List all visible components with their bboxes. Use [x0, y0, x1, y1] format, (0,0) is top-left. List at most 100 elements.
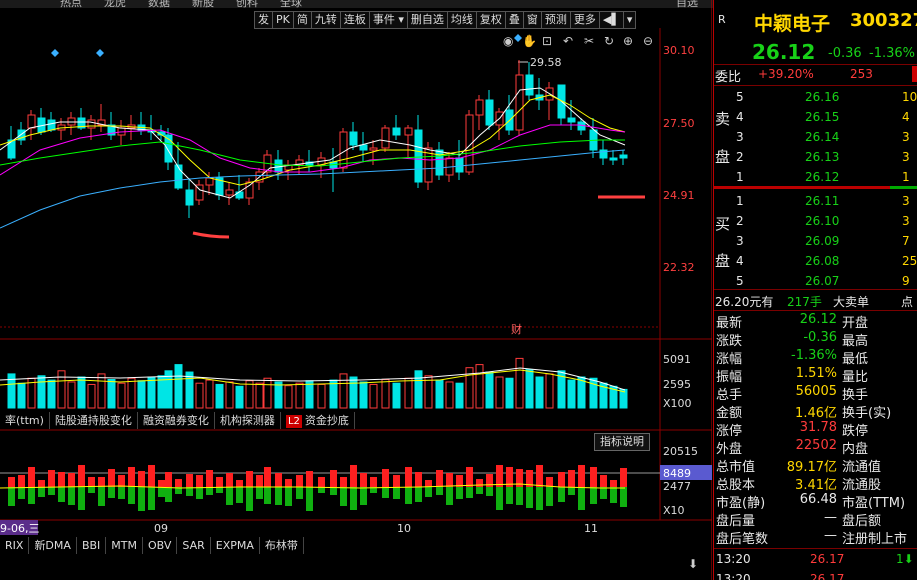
- indicator-tab[interactable]: SAR: [177, 537, 211, 554]
- stat-value: 1.46亿: [795, 406, 837, 421]
- volume-bar: [589, 377, 598, 409]
- stat-label: 外盘: [716, 442, 743, 457]
- tab-pe-ttm[interactable]: 率(ttm): [0, 412, 50, 429]
- volume-unit-label: X100: [663, 397, 692, 410]
- volume-label: 5091: [663, 353, 691, 366]
- candle-body: [515, 74, 524, 131]
- lock-icon[interactable]: ⊡: [542, 34, 552, 48]
- indicator-bar-down: [128, 487, 135, 504]
- volume-bar: [414, 370, 423, 409]
- toolbar-button[interactable]: ◀▌: [599, 11, 624, 29]
- undo-icon[interactable]: ↶: [563, 34, 573, 48]
- book-volume: 3: [902, 194, 910, 208]
- toolbar-button[interactable]: 均线: [447, 11, 477, 29]
- volume-bar: [515, 357, 524, 409]
- stat-label: 流通值: [842, 460, 882, 475]
- toolbar-button[interactable]: 叠: [505, 11, 524, 29]
- hand-icon[interactable]: ✋: [522, 34, 537, 48]
- indicator-help-button[interactable]: 指标说明: [594, 433, 650, 451]
- indicator-bar-up: [425, 480, 432, 487]
- indicator-bar-up: [578, 465, 585, 487]
- indicator-tab[interactable]: 新DMA: [29, 537, 77, 554]
- candle-body: [381, 127, 390, 149]
- indicator-bar-down: [382, 487, 389, 498]
- indicator-bar-down: [275, 487, 282, 505]
- tab-hk-connect[interactable]: 陆股通持股变化: [50, 412, 138, 429]
- book-price: 26.16: [805, 90, 840, 104]
- volume-bar: [445, 381, 454, 409]
- download-icon[interactable]: ⬇: [686, 557, 700, 571]
- fundamental-tabs: 率(ttm) 陆股通持股变化 融资融券变化 机构探测器 L2 资金抄底: [0, 412, 355, 429]
- toolbar-button[interactable]: 连板: [340, 11, 370, 29]
- indicator-tab[interactable]: RIX: [0, 537, 30, 554]
- toolbar-button[interactable]: 窗: [523, 11, 542, 29]
- indicator-bar-down: [68, 487, 75, 505]
- toolbar-button[interactable]: 复权: [476, 11, 506, 29]
- zoom-in-icon[interactable]: ⊕: [623, 34, 633, 48]
- book-level: 5: [736, 274, 744, 288]
- indicator-bar-up: [536, 465, 543, 487]
- candle-body: [369, 147, 378, 151]
- indicator-bar-up: [158, 480, 165, 487]
- tab-institution[interactable]: 机构探测器: [215, 412, 281, 429]
- indicator-tab[interactable]: EXPMA: [211, 537, 260, 554]
- indicator-bar-down: [88, 487, 95, 493]
- eye-icon[interactable]: ◉: [503, 34, 513, 48]
- volume-bar: [17, 382, 26, 409]
- book-level: 1: [736, 194, 744, 208]
- indicator-bar-up: [186, 474, 193, 487]
- indicator-tabs: RIX 新DMA BBI MTM OBV SAR EXPMA 布林带: [0, 537, 304, 554]
- weibi-label: 委比: [715, 70, 742, 85]
- cut-icon[interactable]: ✂: [584, 34, 594, 48]
- indicator-tab[interactable]: OBV: [143, 537, 178, 554]
- stat-value: 3.41亿: [795, 478, 837, 493]
- volume-bar: [392, 382, 401, 409]
- indicator-bar-down: [620, 487, 627, 507]
- toolbar-button[interactable]: 删自选: [407, 11, 448, 29]
- toolbar-button[interactable]: 九转: [311, 11, 341, 29]
- indicator-tab[interactable]: BBI: [77, 537, 107, 554]
- book-price: 26.10: [805, 214, 840, 228]
- toolbar-button[interactable]: 预测: [541, 11, 571, 29]
- stat-value: —: [824, 510, 837, 525]
- book-level: 4: [736, 110, 744, 124]
- book-price: 26.08: [805, 254, 840, 268]
- book-volume: 7: [902, 234, 910, 248]
- book-level: 1: [736, 170, 744, 184]
- toolbar-button[interactable]: 发: [254, 11, 273, 29]
- candle-body: [525, 74, 534, 96]
- indicator-bar-up: [206, 470, 213, 487]
- indicator-tab[interactable]: 布林带: [260, 537, 304, 554]
- toolbar-button[interactable]: ▾: [623, 11, 637, 29]
- book-level: 3: [736, 130, 744, 144]
- volume-bar: [505, 377, 514, 409]
- toolbar-button[interactable]: 事件 ▾: [369, 11, 408, 29]
- ask-bid-divider-green: [890, 186, 917, 189]
- volume-bar: [274, 381, 283, 409]
- refresh-icon[interactable]: ↻: [604, 34, 614, 48]
- zoom-out-icon[interactable]: ⊖: [643, 34, 653, 48]
- tab-margin[interactable]: 融资融券变化: [138, 412, 215, 429]
- indicator-bar-down: [600, 487, 607, 499]
- volume-bar: [174, 364, 183, 409]
- toolbar-button[interactable]: 更多: [570, 11, 600, 29]
- indicator-tab[interactable]: MTM: [106, 537, 143, 554]
- stat-label: 盘后笔数: [716, 532, 769, 547]
- buy-label: 盘: [715, 252, 731, 270]
- indicator-bar-up: [405, 467, 412, 487]
- stat-label: 换手(实): [842, 406, 892, 421]
- kline-chart[interactable]: 30.10 27.50 24.91 22.32 5091 2595 X100 2…: [0, 0, 712, 580]
- indicator-bar-up: [436, 470, 443, 487]
- tab-fund-bottom[interactable]: L2 资金抄底: [281, 412, 355, 429]
- buy-label: 买: [715, 215, 731, 233]
- price-label: 24.91: [663, 189, 695, 202]
- event-marker: 财: [511, 322, 522, 336]
- indicator-bar-down: [436, 487, 443, 495]
- toolbar-button[interactable]: 简: [293, 11, 312, 29]
- volume-bar: [619, 388, 628, 409]
- toolbar-button[interactable]: PK: [273, 11, 294, 29]
- indicator-bar-up: [138, 471, 145, 487]
- price-label: 27.50: [663, 117, 695, 130]
- big-order-label: 大卖单: [833, 295, 870, 309]
- indicator-bar-down: [196, 487, 203, 499]
